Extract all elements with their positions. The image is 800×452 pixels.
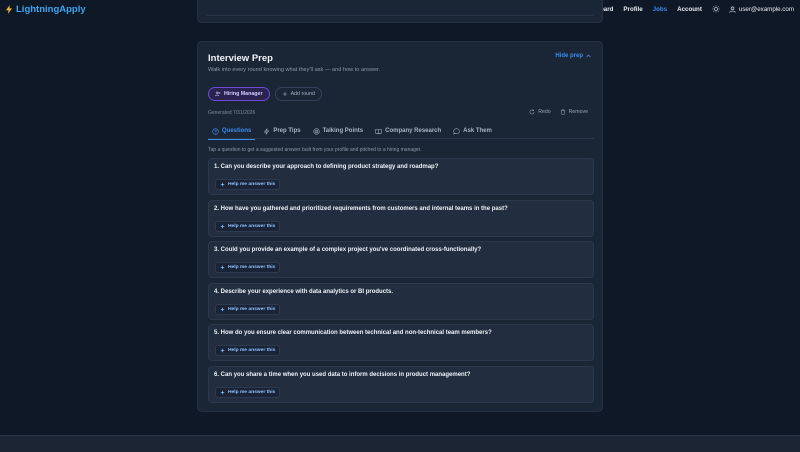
page-subtitle: Walk into every round knowing what they'… bbox=[208, 67, 381, 73]
user-email: user@example.com bbox=[738, 5, 794, 13]
question-item[interactable]: 6. Can you share a time when you used da… bbox=[208, 365, 594, 403]
tab-prep-tips[interactable]: Prep Tips bbox=[259, 123, 304, 139]
question-text: 3. Could you provide an example of a com… bbox=[214, 247, 482, 253]
sparkle-icon bbox=[220, 348, 225, 353]
question-text: 6. Can you share a time when you used da… bbox=[214, 371, 471, 378]
tab-label: Company Research bbox=[385, 128, 442, 134]
sparkle-icon bbox=[220, 182, 225, 187]
question-text: 5. How do you ensure clear communication… bbox=[214, 330, 492, 336]
generated-date: Generated 7/31/2026 bbox=[208, 110, 256, 116]
plus-icon bbox=[282, 91, 287, 97]
redo-label: Redo bbox=[538, 109, 551, 115]
help-answer-button[interactable]: Help me answer this bbox=[215, 303, 281, 315]
nav-profile[interactable]: Profile bbox=[623, 6, 642, 13]
help-answer-button[interactable]: Help me answer this bbox=[215, 345, 281, 356]
round-selector: Hiring Manager Add round bbox=[208, 87, 323, 101]
help-answer-label: Help me answer this bbox=[228, 306, 276, 312]
tab-label: Prep Tips bbox=[273, 128, 301, 134]
chevron-up-icon bbox=[586, 54, 591, 58]
remove-label: Remove bbox=[568, 109, 588, 115]
questions-hint: Tap a question to get a suggested answer… bbox=[208, 147, 422, 153]
help-answer-label: Help me answer this bbox=[228, 389, 276, 395]
question-item[interactable]: 5. How do you ensure clear communication… bbox=[208, 324, 594, 361]
user-menu[interactable]: user@example.com bbox=[729, 6, 794, 13]
help-answer-label: Help me answer this bbox=[228, 223, 276, 229]
add-round-label: Add round bbox=[290, 91, 316, 97]
nav-jobs[interactable]: Jobs bbox=[653, 6, 667, 13]
sparkle-icon bbox=[220, 306, 225, 312]
lightning-icon bbox=[264, 127, 270, 135]
help-answer-button[interactable]: Help me answer this bbox=[215, 386, 281, 398]
question-item[interactable]: 1. Can you describe your approach to def… bbox=[208, 158, 594, 195]
question-item[interactable]: 3. Could you provide an example of a com… bbox=[208, 241, 594, 278]
remove-button[interactable]: Remove bbox=[560, 109, 588, 115]
hide-prep-button[interactable]: Hide prep bbox=[555, 53, 591, 59]
sparkle-icon bbox=[220, 389, 225, 395]
prep-tabs: Questions Prep Tips Talking Points Compa… bbox=[208, 123, 594, 140]
brand-logo[interactable]: LightningApply bbox=[5, 4, 86, 15]
question-circle-icon bbox=[212, 127, 219, 135]
interview-prep-card: Interview Prep Walk into every round kno… bbox=[197, 41, 603, 412]
redo-button[interactable]: Redo bbox=[529, 109, 551, 115]
nav-links: Dashboard Profile Jobs Account user@exam… bbox=[571, 5, 794, 13]
refresh-icon bbox=[529, 109, 535, 115]
user-icon bbox=[729, 5, 736, 13]
trash-icon bbox=[560, 109, 565, 115]
page-footer bbox=[0, 435, 800, 452]
users-icon bbox=[215, 91, 221, 97]
divider bbox=[207, 15, 593, 16]
prep-actions: Redo Remove bbox=[529, 109, 588, 115]
help-answer-button[interactable]: Help me answer this bbox=[215, 220, 281, 232]
brand-name: LightningApply bbox=[16, 3, 86, 15]
question-list: 1. Can you describe your approach to def… bbox=[208, 158, 594, 407]
tab-ask-them[interactable]: Ask Them bbox=[449, 123, 496, 139]
round-hiring-manager[interactable]: Hiring Manager bbox=[208, 87, 270, 101]
tab-label: Talking Points bbox=[322, 128, 364, 134]
help-answer-button[interactable]: Help me answer this bbox=[215, 262, 281, 273]
previous-card bbox=[197, 0, 603, 23]
hide-prep-label: Hide prep bbox=[555, 53, 583, 59]
add-round-button[interactable]: Add round bbox=[274, 87, 323, 101]
tab-talking-points[interactable]: Talking Points bbox=[309, 123, 368, 139]
help-answer-button[interactable]: Help me answer this bbox=[215, 179, 281, 190]
sparkle-icon bbox=[220, 265, 225, 270]
question-item[interactable]: 2. How have you gathered and prioritized… bbox=[208, 199, 594, 237]
help-answer-label: Help me answer this bbox=[228, 265, 276, 270]
book-icon bbox=[375, 128, 382, 134]
help-answer-label: Help me answer this bbox=[228, 348, 276, 353]
target-icon bbox=[312, 127, 320, 135]
round-label: Hiring Manager bbox=[224, 91, 263, 97]
tab-questions[interactable]: Questions bbox=[208, 123, 256, 140]
page-title: Interview Prep bbox=[208, 53, 273, 64]
lightning-bolt-icon bbox=[6, 4, 12, 14]
nav-account[interactable]: Account bbox=[677, 6, 702, 13]
tab-label: Ask Them bbox=[463, 128, 492, 134]
sparkle-icon bbox=[220, 223, 225, 229]
help-answer-label: Help me answer this bbox=[228, 182, 276, 187]
tab-company-research[interactable]: Company Research bbox=[371, 123, 445, 139]
question-text: 2. How have you gathered and prioritized… bbox=[214, 205, 508, 212]
sun-icon[interactable] bbox=[712, 5, 720, 13]
question-text: 1. Can you describe your approach to def… bbox=[214, 164, 439, 170]
question-item[interactable]: 4. Describe your experience with data an… bbox=[208, 282, 594, 320]
question-text: 4. Describe your experience with data an… bbox=[214, 288, 394, 295]
chat-icon bbox=[453, 127, 460, 135]
tab-label: Questions bbox=[222, 128, 252, 134]
